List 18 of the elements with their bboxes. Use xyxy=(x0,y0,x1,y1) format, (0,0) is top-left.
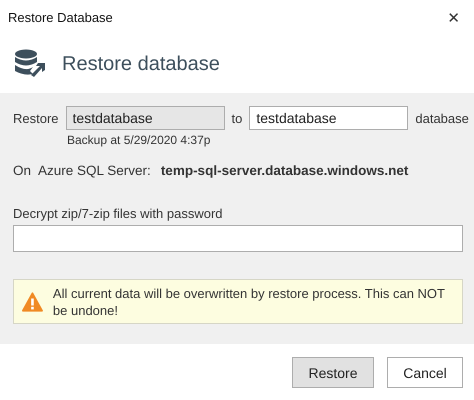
dialog-heading: Restore database xyxy=(62,52,220,76)
password-field[interactable] xyxy=(13,225,463,252)
password-label: Decrypt zip/7-zip files with password xyxy=(13,206,223,221)
to-label: to xyxy=(232,110,242,126)
database-label: database xyxy=(415,110,469,126)
warning-text: All current data will be overwritten by restore process. This can NOT be undone! xyxy=(52,284,446,318)
restore-label: Restore xyxy=(13,110,59,126)
backup-note: Backup at 5/29/2020 4:37p xyxy=(67,133,210,147)
warning-icon xyxy=(22,290,43,312)
target-database-field[interactable]: testdatabase xyxy=(249,106,408,130)
close-button[interactable]: ✕ xyxy=(443,6,464,28)
cancel-button[interactable]: Cancel xyxy=(387,357,463,388)
window-title: Restore Database xyxy=(8,10,113,25)
restore-button[interactable]: Restore xyxy=(292,357,374,388)
server-label: Azure SQL Server: xyxy=(38,163,151,178)
on-label: On xyxy=(13,163,32,178)
database-restore-icon xyxy=(14,49,46,79)
server-name: temp-sql-server.database.windows.net xyxy=(160,163,408,178)
